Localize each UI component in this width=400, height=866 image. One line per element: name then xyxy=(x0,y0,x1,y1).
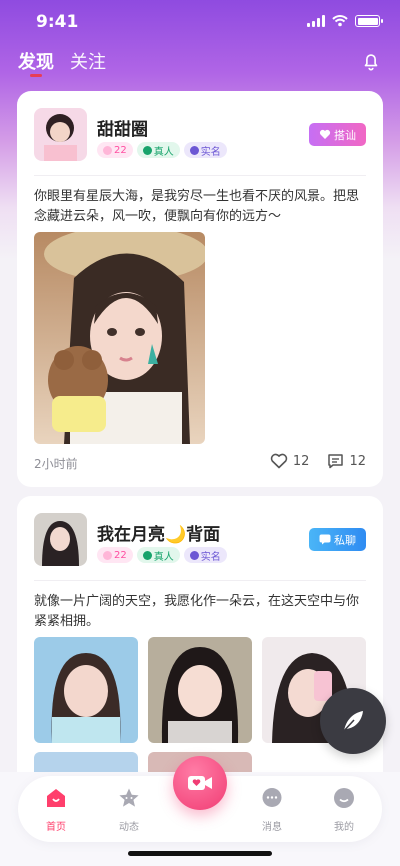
heart-outline-icon xyxy=(270,453,288,469)
comment-button[interactable]: 12 xyxy=(327,453,366,469)
age-badge: 22 xyxy=(97,142,133,158)
nav-home[interactable]: 首页 xyxy=(31,786,81,833)
tab-discover[interactable]: 发现 xyxy=(18,48,54,77)
divider xyxy=(34,580,366,581)
create-post-button[interactable] xyxy=(320,688,386,754)
post-text: 就像一片广阔的天空，我愿化作一朵云，在这天空中与你紧紧相拥。 xyxy=(34,594,360,629)
bell-icon[interactable] xyxy=(360,50,382,72)
home-icon xyxy=(47,789,65,807)
post-photo[interactable] xyxy=(34,232,205,444)
tab-following[interactable]: 关注 xyxy=(70,48,106,74)
signal-icon xyxy=(307,15,325,27)
verified-name-badge: 实名 xyxy=(183,142,227,158)
divider xyxy=(34,175,366,176)
message-icon xyxy=(262,788,282,807)
battery-icon xyxy=(355,15,383,27)
tab-indicator xyxy=(30,74,42,77)
username[interactable]: 我在月亮🌙背面 xyxy=(97,520,220,545)
real-person-badge: 真人 xyxy=(136,547,180,563)
like-button[interactable]: 12 xyxy=(270,453,309,469)
status-time: 9:41 xyxy=(36,12,79,32)
female-icon xyxy=(103,550,112,560)
age-badge: 22 xyxy=(97,547,133,563)
person-icon xyxy=(189,550,199,560)
profile-icon xyxy=(334,788,354,808)
feather-icon xyxy=(341,711,363,734)
avatar[interactable] xyxy=(34,108,87,161)
video-button[interactable] xyxy=(173,756,227,810)
status-icons xyxy=(307,15,383,27)
nav-profile[interactable]: 我的 xyxy=(319,786,369,833)
post-time: 2小时前 xyxy=(34,457,78,471)
private-chat-button[interactable]: 私聊 xyxy=(309,528,366,551)
check-icon xyxy=(142,550,152,560)
top-tabs: 发现 关注 xyxy=(18,48,106,77)
heart-icon xyxy=(319,129,331,139)
status-bar: 9:41 xyxy=(0,0,400,46)
comment-icon xyxy=(328,454,344,469)
user-tags: 22 真人 实名 xyxy=(97,142,227,158)
chat-up-button[interactable]: 搭讪 xyxy=(309,123,366,146)
avatar[interactable] xyxy=(34,513,87,566)
verified-name-badge: 实名 xyxy=(183,547,227,563)
chat-icon xyxy=(319,534,331,545)
nav-moments[interactable]: 动态 xyxy=(104,786,154,833)
person-icon xyxy=(189,145,199,155)
star-icon xyxy=(119,788,139,807)
post-photo[interactable] xyxy=(148,637,252,743)
post-card[interactable]: 甜甜圈 22 真人 实名 搭讪 你眼里有星辰大海，是我穷尽一生也看不厌的风景。把… xyxy=(17,91,383,487)
video-icon xyxy=(188,776,212,790)
user-tags: 22 真人 实名 xyxy=(97,547,227,563)
female-icon xyxy=(103,145,112,155)
post-text: 你眼里有星辰大海，是我穷尽一生也看不厌的风景。把思念藏进云朵，风一吹，便飘向有你… xyxy=(34,189,360,224)
real-person-badge: 真人 xyxy=(136,142,180,158)
post-actions: 12 12 xyxy=(270,453,366,469)
wifi-icon xyxy=(332,15,348,27)
check-icon xyxy=(142,145,152,155)
post-photo[interactable] xyxy=(34,637,138,743)
username[interactable]: 甜甜圈 xyxy=(97,115,148,140)
nav-messages[interactable]: 消息 xyxy=(247,786,297,833)
home-indicator xyxy=(128,851,272,856)
